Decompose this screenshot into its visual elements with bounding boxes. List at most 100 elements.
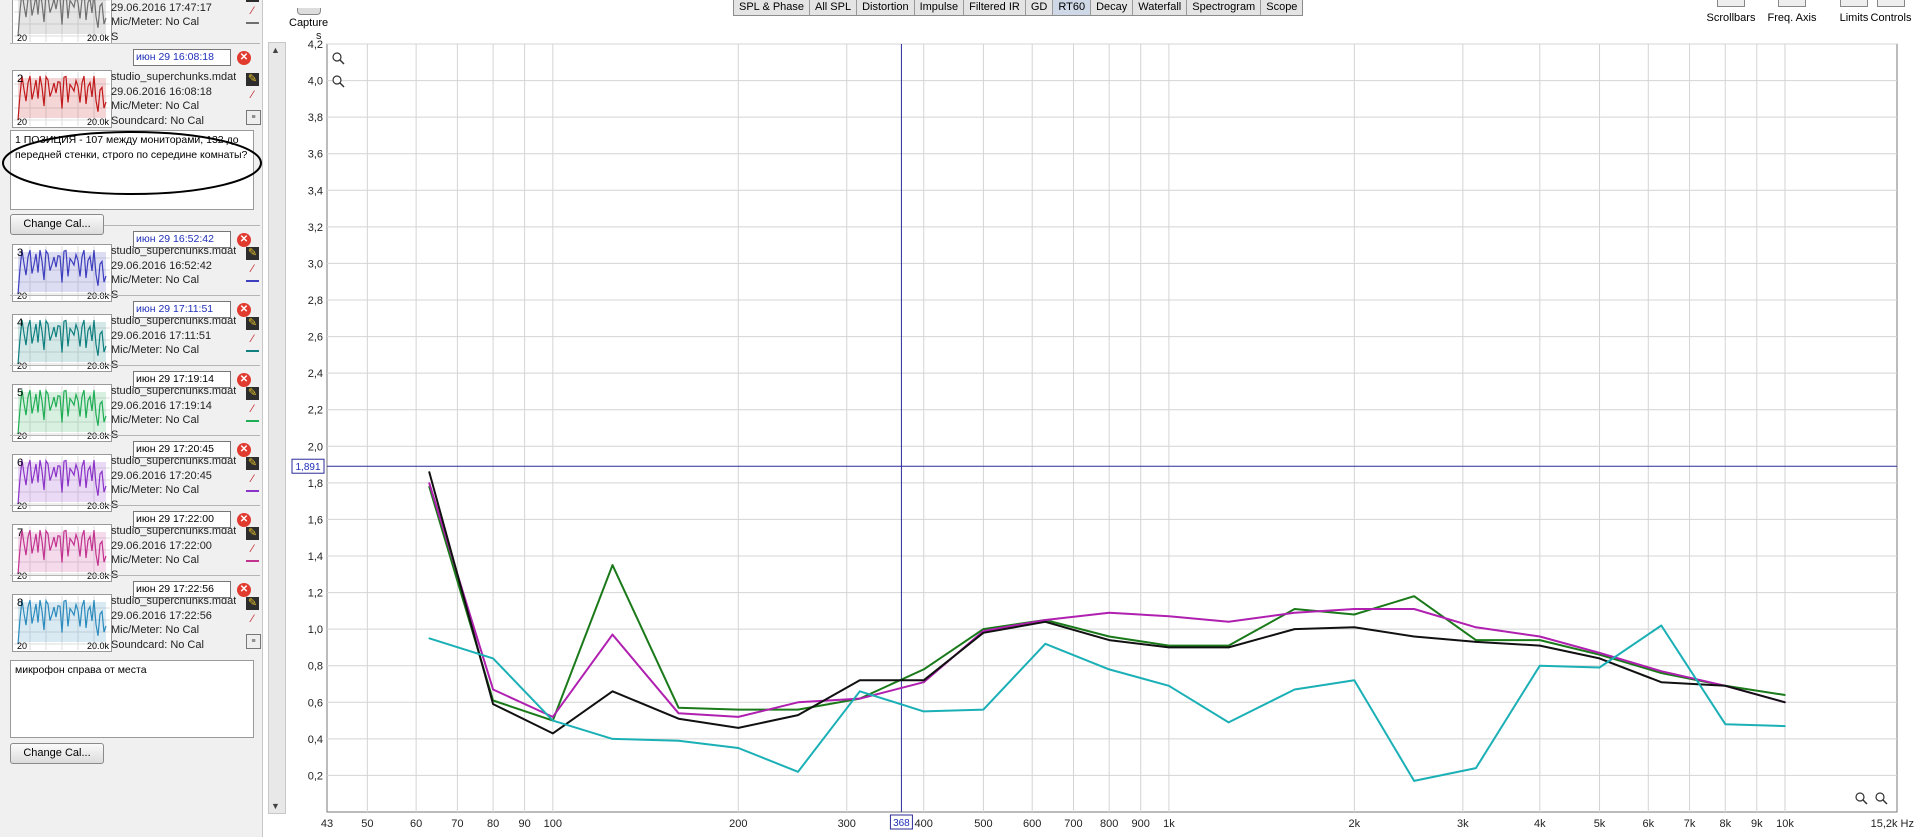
rt60-point <box>552 719 554 722</box>
rt60-point <box>1598 653 1601 656</box>
rt60-point <box>1475 641 1477 643</box>
rt60-point <box>1784 725 1786 727</box>
rt60-point <box>922 710 925 713</box>
rt60-point <box>1227 721 1230 724</box>
y-tick-label: 2,2 <box>308 405 323 417</box>
x-tick-label: 4k <box>1534 818 1546 830</box>
rt60-point <box>1108 668 1110 671</box>
rt60-point <box>982 708 985 711</box>
x-tick-label: 10k <box>1776 818 1794 830</box>
rt60-point <box>1413 608 1415 610</box>
y-tick-label: 0,8 <box>308 661 323 673</box>
rt60-point <box>1724 723 1727 725</box>
rt60-point <box>797 708 799 711</box>
rt60-point <box>1660 672 1663 674</box>
rt60-point <box>1293 688 1296 691</box>
rt60-point <box>737 727 740 729</box>
x-tick-label: 2k <box>1349 818 1361 830</box>
rt60-point <box>611 690 614 693</box>
zoom-icon[interactable] <box>1875 792 1885 802</box>
rt60-point <box>1539 644 1541 647</box>
rt60-point <box>492 657 494 660</box>
rt60-point <box>859 690 861 693</box>
rt60-point <box>859 679 861 682</box>
y-tick-label: 3,4 <box>308 185 323 197</box>
rt60-point <box>922 668 925 671</box>
x-tick-label: 43 <box>321 818 333 830</box>
rt60-point <box>1227 646 1230 649</box>
x-tick-label: 300 <box>838 818 856 830</box>
rt60-point <box>1108 639 1110 641</box>
rt60-point <box>1413 635 1415 638</box>
x-tick-label: 50 <box>361 818 373 830</box>
zoom-icon[interactable] <box>1855 792 1865 802</box>
y-tick-label: 2,0 <box>308 441 323 453</box>
rt60-point <box>1660 670 1663 672</box>
rt60-point <box>859 697 861 700</box>
rt60-point <box>1598 666 1601 669</box>
rt60-point <box>552 716 554 718</box>
rt60-point <box>611 633 614 636</box>
rt60-point <box>797 771 799 773</box>
rt60-point <box>1293 608 1296 610</box>
cursor-y-readout: 1,891 <box>295 462 320 473</box>
y-tick-label: 0,6 <box>308 697 323 709</box>
rt60-point <box>1353 679 1356 682</box>
y-tick-label: 3,2 <box>308 222 323 234</box>
y-tick-label: 1,0 <box>308 624 323 636</box>
rt60-point <box>982 628 985 630</box>
rt60-point <box>1784 694 1786 696</box>
y-tick-label: 1,8 <box>308 478 323 490</box>
x-tick-label: 5k <box>1594 818 1606 830</box>
x-tick-label: 600 <box>1023 818 1041 830</box>
x-tick-label: 70 <box>451 818 463 830</box>
rt60-point <box>677 707 680 709</box>
y-tick-label: 0,4 <box>308 734 323 746</box>
rt60-point <box>1475 626 1477 629</box>
rt60-point <box>428 471 431 473</box>
rt60-point <box>677 739 680 742</box>
rt60-point <box>1227 644 1230 647</box>
zoom-icon[interactable] <box>332 75 342 85</box>
y-tick-label: 0,2 <box>308 770 323 782</box>
y-tick-label: 3,0 <box>308 258 323 270</box>
rt60-point <box>1784 701 1786 704</box>
rt60-point <box>1227 621 1230 623</box>
rt60-chart[interactable]: 0,2 0,4 0,6 0,8 1,0 1,2 1,4 1,6 1,8 2,0 2,2 2,4 2,6 2… <box>0 0 1915 837</box>
y-tick-label: 3,8 <box>308 112 323 124</box>
x-tick-label: 900 <box>1132 818 1150 830</box>
x-tick-label: 9k <box>1751 818 1763 830</box>
rt60-point <box>982 630 985 632</box>
rt60-point <box>1660 624 1663 627</box>
rt60-point <box>982 632 985 634</box>
x-tick-label: 8k <box>1719 818 1731 830</box>
rt60-point <box>922 681 925 683</box>
y-tick-label: 2,4 <box>308 368 323 380</box>
y-tick-label: 2,6 <box>308 332 323 344</box>
zoom-icon[interactable] <box>332 52 342 62</box>
rt60-point <box>1413 780 1415 782</box>
rt60-point <box>428 482 431 484</box>
x-tick-label: 400 <box>915 818 933 830</box>
rt60-point <box>797 714 799 716</box>
rt60-point <box>1539 635 1541 638</box>
x-tick-label: 7k <box>1684 818 1696 830</box>
rt60-point <box>1475 767 1477 769</box>
y-tick-label: 4,0 <box>308 76 323 88</box>
y-axis-unit: s <box>316 30 322 42</box>
rt60-point <box>1168 615 1170 618</box>
rt60-point <box>1353 626 1356 629</box>
rt60-point <box>677 717 680 720</box>
x-tick-label: 1k <box>1163 818 1175 830</box>
x-tick-label: 80 <box>487 818 499 830</box>
rt60-point <box>1108 635 1110 638</box>
y-tick-label: 1,2 <box>308 588 323 600</box>
rt60-point <box>552 732 554 735</box>
rt60-point <box>1475 639 1477 641</box>
x-tick-label: 500 <box>974 818 992 830</box>
rt60-point <box>1353 608 1356 610</box>
rt60-point <box>1108 611 1110 614</box>
rt60-point <box>492 688 494 691</box>
x-tick-label: 90 <box>518 818 530 830</box>
rt60-point <box>1598 657 1601 660</box>
